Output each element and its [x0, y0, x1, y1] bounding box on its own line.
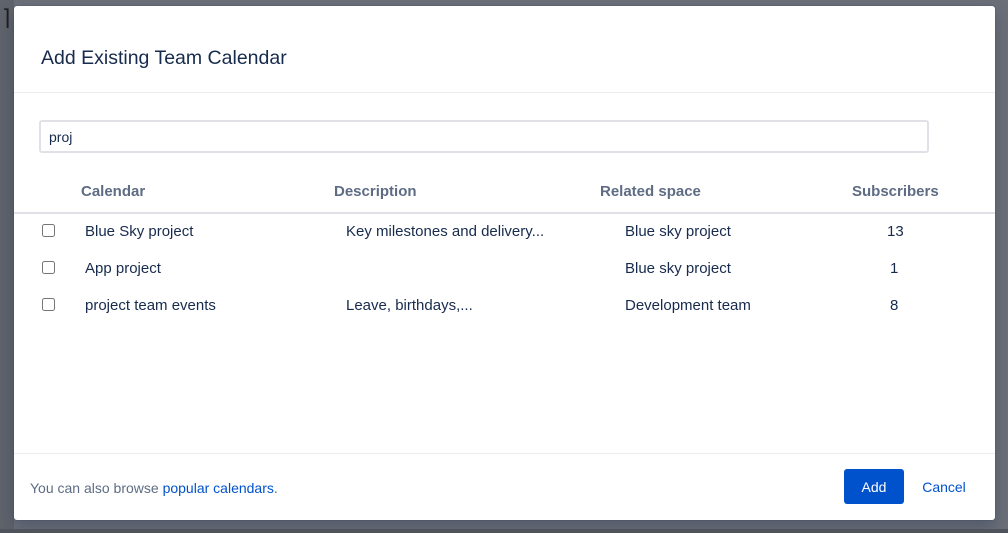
subscriber-count: 13 [887, 223, 904, 240]
calendar-search-input[interactable] [39, 120, 929, 153]
table-row[interactable]: App project Blue sky project 1 [14, 250, 995, 288]
add-team-calendar-dialog: Add Existing Team Calendar Calendar Desc… [14, 6, 995, 520]
row-select-checkbox[interactable] [42, 224, 55, 237]
browse-hint: You can also browse popular calendars. [30, 479, 278, 497]
popular-calendars-link[interactable]: popular calendars [163, 480, 274, 496]
column-header-related-space[interactable]: Related space [600, 183, 701, 201]
background-text-fragment: ⌉ [2, 6, 11, 31]
browse-hint-suffix: . [273, 480, 278, 496]
row-select-checkbox[interactable] [42, 261, 55, 274]
table-row[interactable]: project team events Leave, birthdays,...… [14, 287, 995, 325]
related-space: Blue sky project [625, 260, 731, 277]
subscriber-count: 8 [890, 297, 899, 314]
table-row[interactable]: Blue Sky project Key milestones and deli… [14, 213, 995, 251]
add-button[interactable]: Add [844, 469, 904, 504]
dialog-footer: You can also browse popular calendars. A… [14, 453, 995, 520]
cancel-button[interactable]: Cancel [912, 469, 976, 504]
backdrop-bottom-edge [0, 529, 1008, 533]
calendar-description: Leave, birthdays,... [346, 297, 473, 314]
column-header-description[interactable]: Description [334, 183, 417, 201]
calendar-name: App project [85, 260, 161, 277]
backdrop-left-edge [0, 0, 14, 533]
related-space: Blue sky project [625, 223, 731, 240]
dialog-header: Add Existing Team Calendar [14, 6, 995, 93]
calendar-name: project team events [85, 297, 216, 314]
dialog-title: Add Existing Team Calendar [41, 47, 287, 69]
calendar-description: Key milestones and delivery... [346, 223, 545, 240]
calendar-name: Blue Sky project [85, 223, 194, 240]
related-space: Development team [625, 297, 751, 314]
subscriber-count: 1 [890, 260, 899, 277]
row-select-checkbox[interactable] [42, 298, 55, 311]
column-header-subscribers[interactable]: Subscribers [852, 183, 939, 201]
calendar-table-header: Calendar Description Related space Subsc… [14, 176, 995, 214]
browse-hint-prefix: You can also browse [30, 480, 163, 496]
column-header-calendar[interactable]: Calendar [81, 183, 145, 201]
